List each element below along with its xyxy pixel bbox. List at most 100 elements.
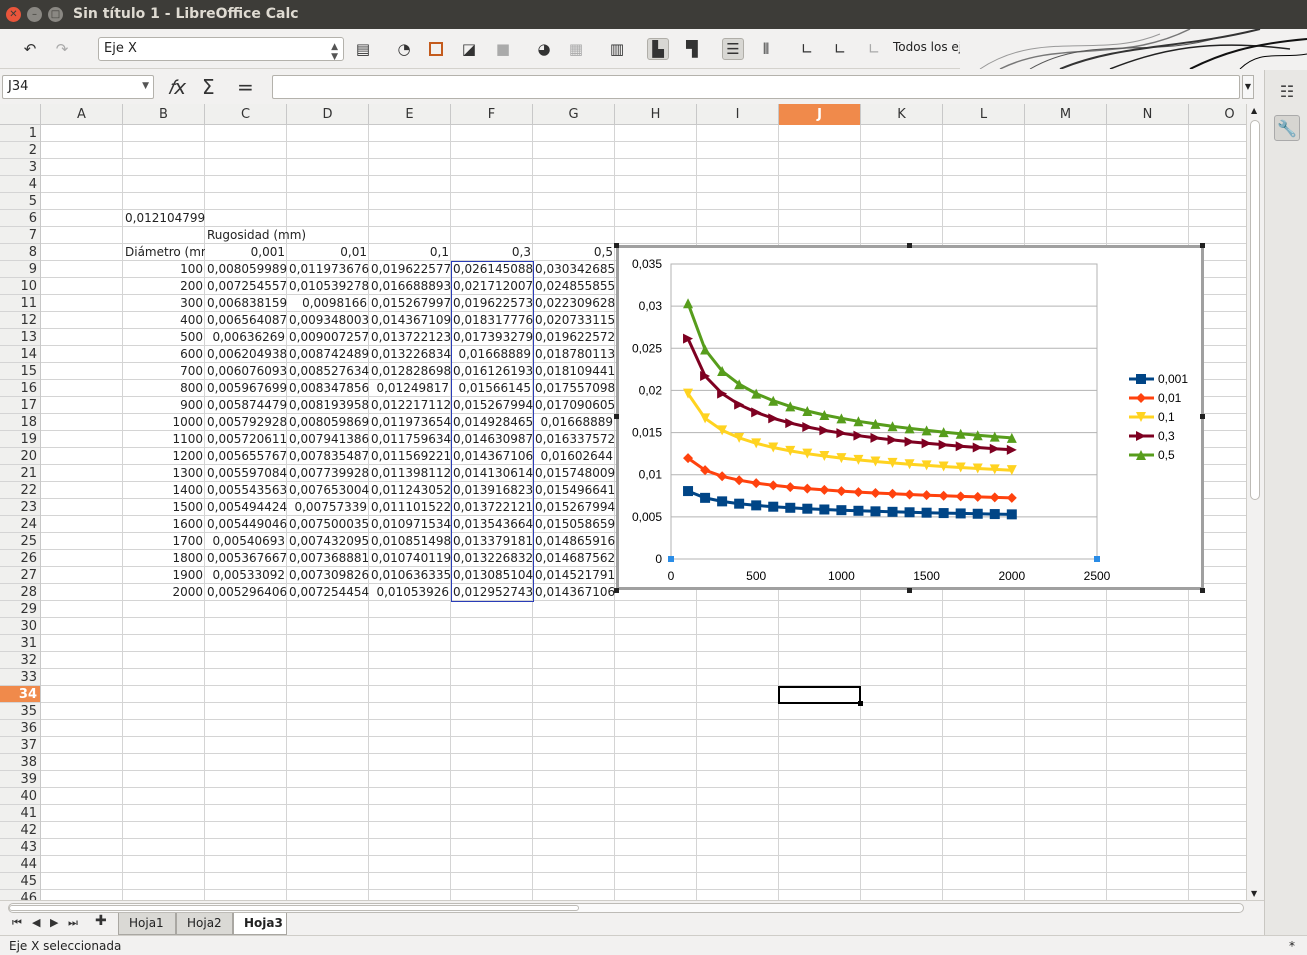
row-header-19[interactable]: 19 [0,431,40,448]
row-header-32[interactable]: 32 [0,652,40,669]
row-header-15[interactable]: 15 [0,363,40,380]
column-header-o[interactable]: O [1189,104,1246,125]
row-header-46[interactable]: 46 [0,890,40,900]
row-header-43[interactable]: 43 [0,839,40,856]
cell-g11[interactable]: 0,022309628 [533,295,615,312]
cell-d15[interactable]: 0,008527634 [287,363,369,380]
dropdown-arrow-icon[interactable]: ▼ [142,81,149,91]
first-sheet-icon[interactable]: ⏮ [12,916,22,930]
cell-c8[interactable]: 0,001 [205,244,287,261]
cell-f18[interactable]: 0,014928465 [451,414,533,431]
cell-g14[interactable]: 0,018780113 [533,346,615,363]
y-axis-icon[interactable]: ∟ [829,38,851,60]
cell-f22[interactable]: 0,013916823 [451,482,533,499]
cell-b22[interactable]: 1400 [123,482,205,499]
cell-f28[interactable]: 0,012952743 [451,584,533,601]
cell-g26[interactable]: 0,014687562 [533,550,615,567]
column-header-a[interactable]: A [41,104,123,125]
vertical-grids-icon[interactable]: ⦀ [755,38,777,60]
cell-e16[interactable]: 0,01249817 [369,380,451,397]
chart-handle-tc[interactable] [907,243,912,248]
add-sheet-icon[interactable]: ✚ [95,913,107,929]
cell-e22[interactable]: 0,011243052 [369,482,451,499]
formula-input[interactable] [272,75,1240,99]
cell-e18[interactable]: 0,011973654 [369,414,451,431]
cell-g8[interactable]: 0,5 [533,244,615,261]
row-header-5[interactable]: 5 [0,193,40,210]
cell-c26[interactable]: 0,005367667 [205,550,287,567]
prev-sheet-icon[interactable]: ◀ [32,916,40,929]
row-header-24[interactable]: 24 [0,516,40,533]
row-header-29[interactable]: 29 [0,601,40,618]
row-header-2[interactable]: 2 [0,142,40,159]
cell-b11[interactable]: 300 [123,295,205,312]
cell-d13[interactable]: 0,009007257 [287,329,369,346]
cell-c22[interactable]: 0,005543563 [205,482,287,499]
cell-g24[interactable]: 0,015058659 [533,516,615,533]
cell-b20[interactable]: 1200 [123,448,205,465]
wrench-icon[interactable]: 🔧 [1274,115,1300,141]
vertical-scroll-thumb[interactable] [1250,120,1260,500]
cell-b9[interactable]: 100 [123,261,205,278]
cell-f8[interactable]: 0,3 [451,244,533,261]
cell-d14[interactable]: 0,008742489 [287,346,369,363]
cell-c25[interactable]: 0,00540693 [205,533,287,550]
row-header-8[interactable]: 8 [0,244,40,261]
cell-b21[interactable]: 1300 [123,465,205,482]
cell-c12[interactable]: 0,006564087 [205,312,287,329]
cell-f26[interactable]: 0,013226832 [451,550,533,567]
row-header-11[interactable]: 11 [0,295,40,312]
x-axis-handle-left[interactable] [668,556,674,562]
cell-d22[interactable]: 0,007653004 [287,482,369,499]
cell-e19[interactable]: 0,011759634 [369,431,451,448]
cell-e20[interactable]: 0,011569221 [369,448,451,465]
cell-g10[interactable]: 0,024855855 [533,278,615,295]
all-axes-icon[interactable]: ∟ [863,38,885,60]
cell-e14[interactable]: 0,013226834 [369,346,451,363]
cell-e13[interactable]: 0,013722123 [369,329,451,346]
cell-b19[interactable]: 1100 [123,431,205,448]
cell-c21[interactable]: 0,005597084 [205,465,287,482]
cell-f20[interactable]: 0,014367106 [451,448,533,465]
column-header-j[interactable]: J [779,104,861,125]
redo-icon[interactable]: ↷ [51,38,73,60]
column-header-d[interactable]: D [287,104,369,125]
cell-f21[interactable]: 0,014130614 [451,465,533,482]
cell-b12[interactable]: 400 [123,312,205,329]
cell-b28[interactable]: 2000 [123,584,205,601]
column-header-e[interactable]: E [369,104,451,125]
chart-handle-bl[interactable] [614,588,619,593]
cell-b13[interactable]: 500 [123,329,205,346]
cell-c9[interactable]: 0,008059989 [205,261,287,278]
cell-d23[interactable]: 0,00757339 [287,499,369,516]
chart-type-icon[interactable]: ◔ [393,38,415,60]
chart-handle-br[interactable] [1200,588,1205,593]
column-header-b[interactable]: B [123,104,205,125]
row-header-10[interactable]: 10 [0,278,40,295]
cell-b15[interactable]: 700 [123,363,205,380]
row-header-12[interactable]: 12 [0,312,40,329]
column-header-g[interactable]: G [533,104,615,125]
cell-e26[interactable]: 0,010740119 [369,550,451,567]
row-header-4[interactable]: 4 [0,176,40,193]
cell-c27[interactable]: 0,00533092 [205,567,287,584]
cell-g21[interactable]: 0,015748009 [533,465,615,482]
close-window-button[interactable]: ✕ [6,7,21,22]
cell-d10[interactable]: 0,010539278 [287,278,369,295]
cell-f13[interactable]: 0,017393279 [451,329,533,346]
cell-g25[interactable]: 0,014865916 [533,533,615,550]
row-header-26[interactable]: 26 [0,550,40,567]
format-selection-icon[interactable]: ▤ [352,38,374,60]
cell-e9[interactable]: 0,019622577 [369,261,451,278]
chart-canvas[interactable]: 0 0,005 0,01 0,015 0,02 0,025 0,03 0,035 0 500 100… [619,248,1201,587]
cell-g19[interactable]: 0,016337572 [533,431,615,448]
cell-d26[interactable]: 0,007368881 [287,550,369,567]
cell-e10[interactable]: 0,016688893 [369,278,451,295]
cell-d25[interactable]: 0,007432095 [287,533,369,550]
x-axis-icon[interactable]: ∟ [796,38,818,60]
sheet-tab-hoja3[interactable]: Hoja3 [233,913,287,935]
cell-f12[interactable]: 0,018317776 [451,312,533,329]
cell-e24[interactable]: 0,010971534 [369,516,451,533]
cell-f15[interactable]: 0,016126193 [451,363,533,380]
horizontal-scroll-thumb[interactable] [9,905,579,911]
